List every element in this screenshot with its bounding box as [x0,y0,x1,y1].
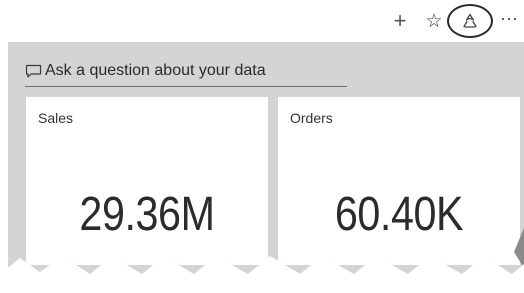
plus-icon: + [393,8,407,33]
toolbar: + ☆ ⋯ [0,0,524,42]
tile-value: 60.40K [334,188,464,241]
favorite-button[interactable]: ☆ [423,6,445,36]
focus-mode-button[interactable] [447,4,493,38]
add-button[interactable]: + [389,6,411,36]
torn-edge-decoration [0,256,524,293]
tile-value: 29.36M [79,188,215,241]
qa-input[interactable]: Ask a question about your data [25,56,347,87]
sales-card-tile[interactable]: Sales 29.36M [26,97,268,265]
tile-title: Sales [38,110,74,126]
orders-card-tile[interactable]: Orders 60.40K [278,97,520,265]
qa-placeholder: Ask a question about your data [45,62,266,79]
highlight-ring [447,4,493,38]
star-outline-icon: ☆ [425,10,443,32]
tile-title: Orders [290,110,333,126]
ellipsis-icon: ⋯ [500,9,518,29]
chat-bubble-icon [25,64,42,78]
more-options-button[interactable]: ⋯ [497,4,521,34]
